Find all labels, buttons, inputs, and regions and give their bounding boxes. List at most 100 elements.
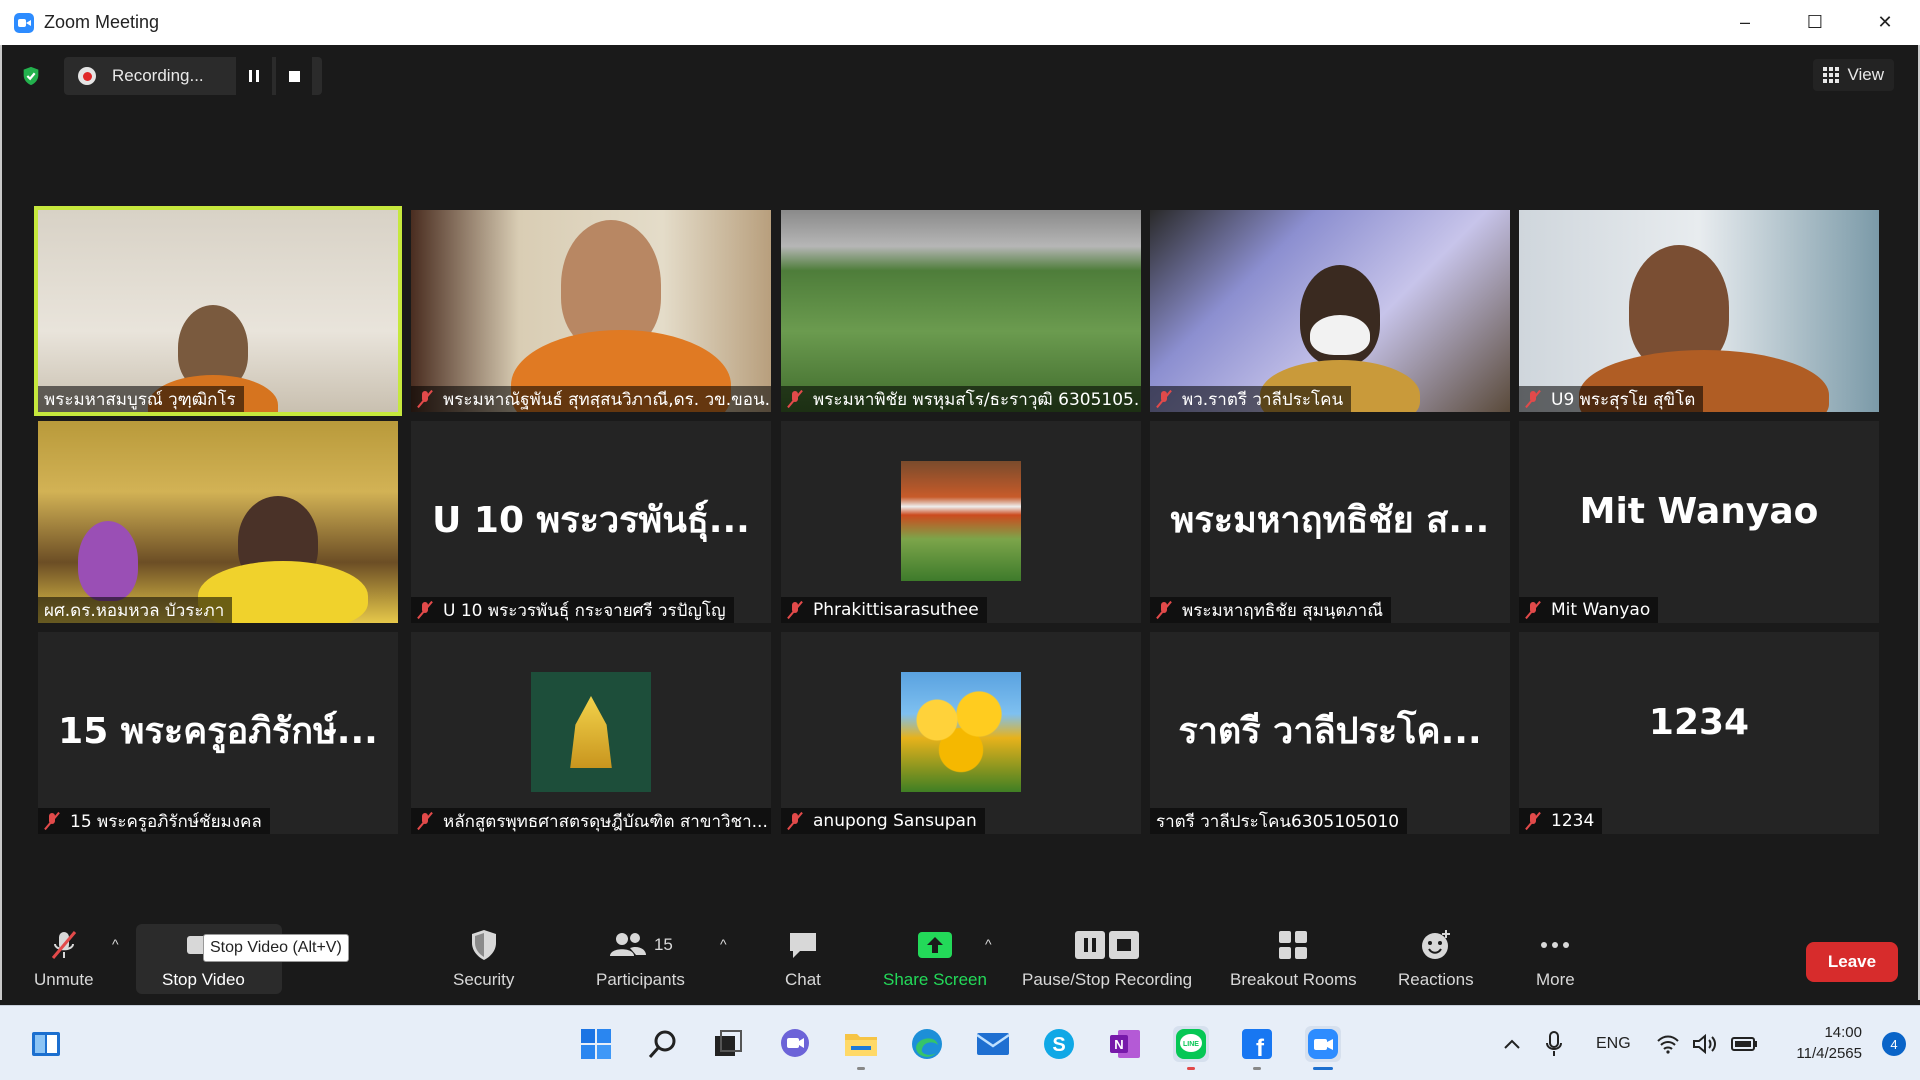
recording-label: Recording... — [112, 66, 204, 85]
taskbar-clock[interactable]: 14:00 11/4/2565 — [1796, 1022, 1862, 1064]
mail-icon[interactable] — [975, 1026, 1011, 1062]
smiley-face-icon — [1419, 928, 1453, 962]
view-button[interactable]: View — [1813, 59, 1894, 91]
encryption-shield-icon[interactable] — [16, 61, 46, 91]
more-button[interactable]: More — [1536, 928, 1575, 990]
window-controls: – ☐ ✕ — [1710, 0, 1920, 45]
stop-video-tooltip: Stop Video (Alt+V) — [203, 934, 349, 962]
video-tile[interactable]: พระมหาฤทธิชัย ส... พระมหาฤทธิชัย สุมนฺตภ… — [1150, 421, 1510, 623]
participant-name-tag: พระมหาพิชัย พรหุมสโร/ธะราวุฒิ 6305105... — [781, 386, 1141, 412]
stop-recording-button[interactable] — [276, 57, 312, 95]
leave-button[interactable]: Leave — [1806, 942, 1898, 982]
wifi-icon[interactable] — [1656, 1006, 1680, 1080]
search-icon[interactable] — [645, 1026, 681, 1062]
unmute-label: Unmute — [34, 970, 94, 989]
windows-taskbar: S N LINE f ENG 14:00 11/4/2565 4 — [0, 1005, 1920, 1080]
video-tile[interactable]: ผศ.ดร.หอมหวล บัวระภา — [38, 421, 398, 623]
muted-mic-icon — [417, 601, 433, 619]
stop-icon — [288, 70, 300, 82]
muted-mic-icon — [787, 601, 803, 619]
video-tile[interactable]: พระมหาณัฐพันธ์ สุทสฺสนวิภาณี,ดร. วข.ขอน.… — [411, 210, 771, 412]
video-tile[interactable]: 15 พระครูอภิรักษ์... 15 พระครูอภิรักษ์ชั… — [38, 632, 398, 834]
zoom-app-taskbar-icon[interactable] — [1305, 1026, 1341, 1070]
pause-recording-button[interactable] — [236, 57, 272, 95]
breakout-rooms-button[interactable]: Breakout Rooms — [1230, 928, 1357, 990]
security-button[interactable]: Security — [453, 928, 514, 990]
unmute-button[interactable]: Unmute — [34, 928, 94, 990]
participant-name-tag: 1234 — [1519, 808, 1603, 834]
notification-badge[interactable]: 4 — [1882, 1032, 1906, 1056]
task-view-icon[interactable] — [710, 1026, 746, 1062]
facebook-icon[interactable]: f — [1239, 1026, 1275, 1070]
participants-count: 15 — [653, 935, 673, 954]
audio-options-caret[interactable]: ^ — [112, 936, 119, 952]
muted-mic-icon — [1156, 601, 1172, 619]
video-tile[interactable]: U9 พระสุรโย สุขิโต — [1519, 210, 1879, 412]
participants-label: Participants — [596, 970, 685, 989]
video-tile[interactable]: Phrakittisarasuthee — [781, 421, 1141, 623]
video-tile[interactable]: 1234 1234 — [1519, 632, 1879, 834]
file-explorer-icon[interactable] — [843, 1026, 879, 1070]
pause-stop-recording-button[interactable]: Pause/Stop Recording — [1022, 928, 1192, 990]
pause-stop-recording-label: Pause/Stop Recording — [1022, 970, 1193, 989]
share-options-caret[interactable]: ^ — [985, 936, 992, 952]
participant-display-name: พระมหาฤทธิชัย ส... — [1170, 500, 1490, 541]
participants-button[interactable]: 15 Participants — [596, 928, 685, 990]
breakout-rooms-label: Breakout Rooms — [1230, 970, 1357, 989]
svg-text:S: S — [1052, 1034, 1065, 1056]
participant-name-tag: U9 พระสุรโย สุขิโต — [1519, 386, 1704, 412]
pause-stop-icon — [1073, 928, 1141, 962]
running-indicator — [857, 1067, 865, 1070]
video-tile[interactable]: หลักสูตรพุทธศาสตรดุษฎีบัณฑิต สาขาวิชา... — [411, 632, 771, 834]
security-label: Security — [453, 970, 515, 989]
meeting-top-strip: Recording... — [16, 57, 322, 95]
shield-icon — [469, 928, 499, 962]
participants-options-caret[interactable]: ^ — [720, 936, 727, 952]
input-language-indicator[interactable]: ENG — [1596, 1006, 1631, 1080]
microphone-tray-icon[interactable] — [1545, 1006, 1563, 1080]
muted-mic-icon — [417, 812, 433, 830]
muted-mic-icon — [1525, 601, 1541, 619]
video-tile[interactable]: พว.ราตรี วาลีประโคน — [1150, 210, 1510, 412]
close-button[interactable]: ✕ — [1850, 0, 1920, 45]
participant-name-tag: 15 พระครูอภิรักษ์ชัยมงคล — [38, 808, 270, 834]
participant-display-name: U 10 พระวรพันธุ์... — [432, 500, 750, 541]
video-tile[interactable]: Mit Wanyao Mit Wanyao — [1519, 421, 1879, 623]
start-button-icon[interactable] — [578, 1026, 614, 1062]
maximize-button[interactable]: ☐ — [1780, 0, 1850, 45]
video-tile-active-speaker[interactable]: พระมหาสมบูรณ์ วุฑฺฒิกโร — [34, 206, 402, 416]
svg-text:LINE: LINE — [1183, 1041, 1199, 1048]
show-hidden-icons-chevron[interactable] — [1502, 1006, 1522, 1080]
teams-chat-icon[interactable] — [777, 1026, 813, 1062]
volume-icon[interactable] — [1692, 1006, 1718, 1080]
share-screen-button[interactable]: Share Screen — [883, 928, 987, 990]
video-tile[interactable]: U 10 พระวรพันธุ์... U 10 พระวรพันธุ์ กระ… — [411, 421, 771, 623]
profile-picture — [531, 672, 651, 792]
meeting-toolbar: Unmute ^ Stop Video Stop Video (Alt+V) S… — [0, 910, 1920, 1000]
breakout-rooms-icon — [1276, 928, 1310, 962]
muted-mic-icon — [1525, 390, 1541, 408]
participant-name-tag: พระมหาฤทธิชัย สุมนฺตภาณี — [1150, 597, 1391, 623]
participant-name-tag: ผศ.ดร.หอมหวล บัวระภา — [38, 597, 233, 623]
muted-mic-icon — [417, 390, 433, 408]
edge-browser-icon[interactable] — [909, 1026, 945, 1062]
minimize-button[interactable]: – — [1710, 0, 1780, 45]
skype-icon[interactable]: S — [1041, 1026, 1077, 1062]
reactions-button[interactable]: Reactions — [1398, 928, 1474, 990]
battery-charging-icon[interactable] — [1731, 1006, 1759, 1080]
svg-text:f: f — [1256, 1035, 1265, 1061]
participant-display-name: ราตรี วาลีประโค... — [1178, 711, 1482, 752]
widgets-icon[interactable] — [28, 1026, 64, 1062]
video-tile[interactable]: ราตรี วาลีประโค... ราตรี วาลีประโคน63051… — [1150, 632, 1510, 834]
muted-mic-icon — [44, 812, 60, 830]
onenote-icon[interactable]: N — [1107, 1026, 1143, 1062]
more-label: More — [1536, 970, 1575, 989]
line-app-icon[interactable]: LINE — [1173, 1026, 1209, 1070]
share-screen-icon — [916, 928, 954, 962]
active-indicator — [1313, 1067, 1333, 1070]
svg-text:N: N — [1114, 1037, 1123, 1052]
chat-button[interactable]: Chat — [785, 928, 821, 990]
video-tile[interactable]: พระมหาพิชัย พรหุมสโร/ธะราวุฒิ 6305105... — [781, 210, 1141, 412]
video-tile[interactable]: anupong Sansupan — [781, 632, 1141, 834]
participant-name-tag: Mit Wanyao — [1519, 597, 1659, 623]
